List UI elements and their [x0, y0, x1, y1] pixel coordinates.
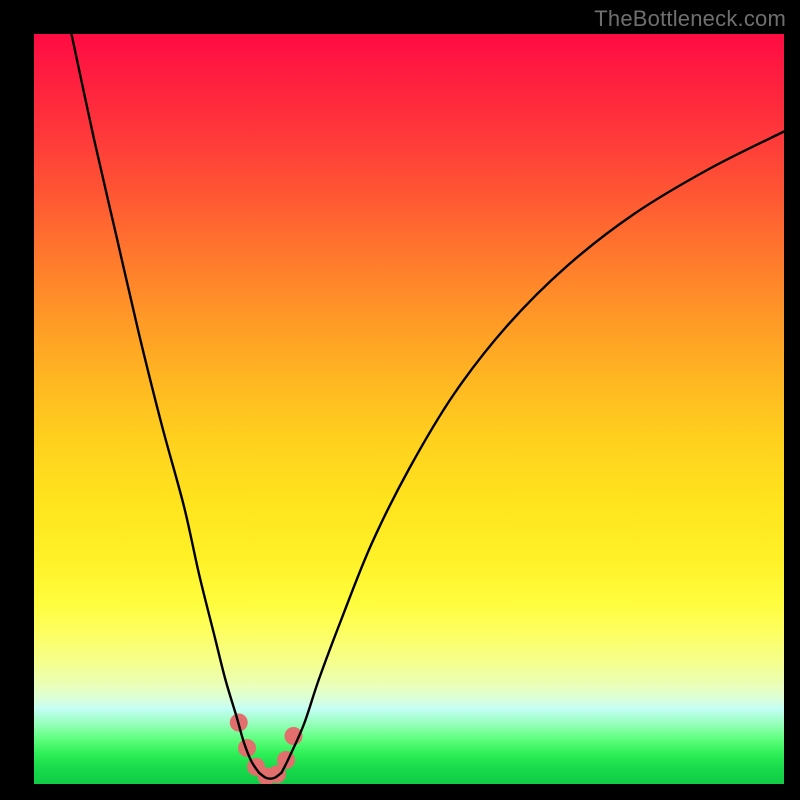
watermark-text: TheBottleneck.com — [594, 6, 786, 32]
valley-marker-group — [230, 714, 303, 785]
chart-container: TheBottleneck.com — [0, 0, 800, 800]
right-branch-curve — [282, 132, 785, 773]
left-branch-curve — [72, 34, 260, 773]
curve-layer — [34, 34, 784, 784]
plot-area — [34, 34, 784, 784]
